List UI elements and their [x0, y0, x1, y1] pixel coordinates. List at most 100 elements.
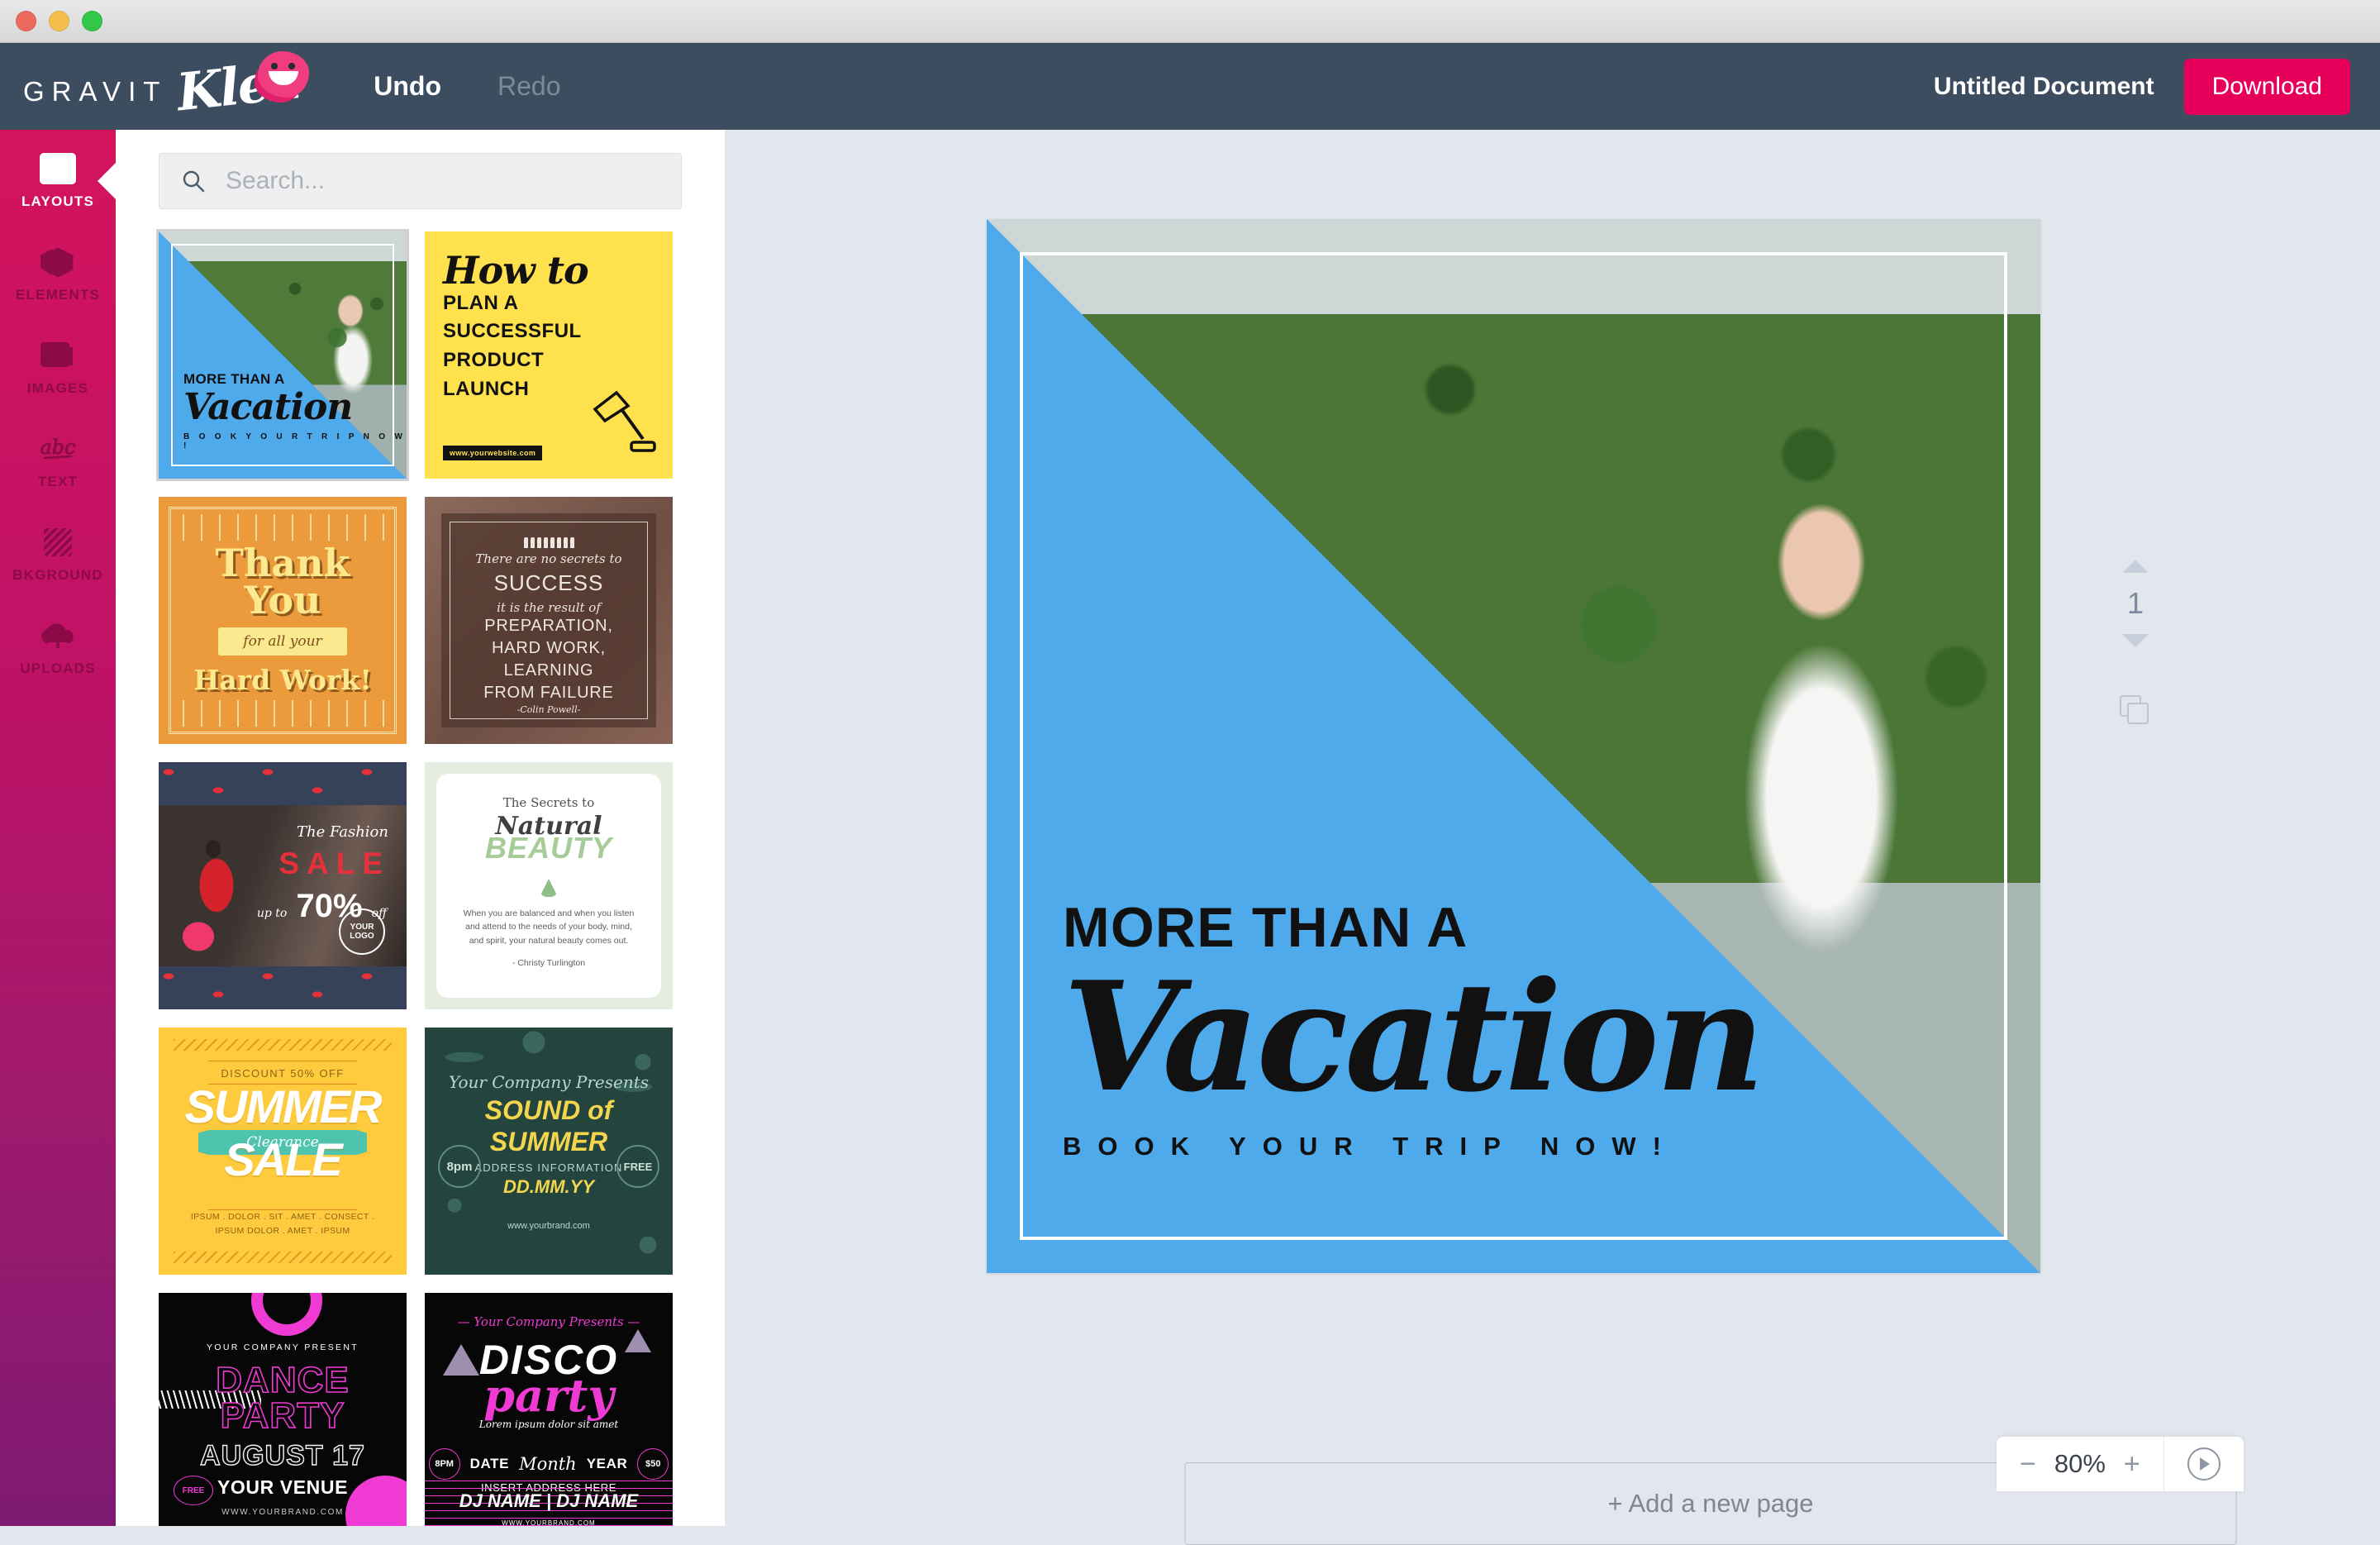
sidebar-item-label: IMAGES [26, 379, 89, 396]
sidebar-item-label: LAYOUTS [21, 193, 95, 209]
template-caption: MORE THAN A Vacation B O O K Y O U R T R… [183, 371, 407, 451]
hatch-icon [40, 527, 76, 560]
template-line-1: The Secrets to [502, 795, 595, 810]
leaf-icon [540, 879, 558, 897]
template-line-6: LEARNING [503, 661, 594, 680]
zoom-in-button[interactable]: + [2124, 1450, 2140, 1478]
template-line-1: SUMMER [184, 1080, 383, 1133]
template-line-4: PREPARATION, [484, 617, 613, 635]
sidebar-item-uploads[interactable]: UPLOADS [0, 612, 116, 684]
template-caption: There are no secrets to SUCCESS it is th… [450, 522, 648, 719]
zoom-window-button[interactable] [82, 11, 102, 31]
text-abc-icon: abc [40, 433, 76, 466]
template-line-2: SALE [278, 846, 390, 880]
sidebar-item-layouts[interactable]: LAYOUTS [0, 145, 116, 217]
template-card-thank-you[interactable]: Thank You for all your Hard Work! [159, 497, 407, 744]
template-web: www.yourbrand.com [507, 1220, 590, 1231]
close-window-button[interactable] [16, 11, 36, 31]
template-card-natural-beauty[interactable]: The Secrets to Natural BEAUTY When you a… [425, 762, 673, 1009]
template-card-dance-party[interactable]: YOUR COMPANY PRESENT DANCE PARTY AUGUST … [159, 1293, 407, 1526]
canvas-footer[interactable]: BOOK YOUR TRIP NOW! [1063, 1132, 1762, 1161]
template-card-how-to[interactable]: How to PLAN A SUCCESSFUL PRODUCT LAUNCH … [425, 231, 673, 479]
present-controls [2164, 1447, 2244, 1481]
search-icon [183, 170, 205, 193]
template-author: - Christy Turlington [512, 957, 586, 968]
template-line-2: SALE [224, 1133, 342, 1185]
cloud-upload-icon [40, 620, 76, 653]
time-badge: 8pm [438, 1145, 481, 1188]
template-date: DATE [469, 1456, 510, 1471]
time-badge: 8PM [428, 1448, 460, 1480]
template-discount-pre: up to [256, 907, 288, 920]
page-number: 1 [2126, 586, 2144, 620]
traffic-lights [16, 11, 102, 31]
template-address: ADDRESS INFORMATION [474, 1161, 623, 1174]
download-button[interactable]: Download [2183, 58, 2350, 115]
template-date-row: 8PM DATE Month YEAR $50 [425, 1448, 673, 1480]
template-line-2: SUCCESS [493, 570, 604, 595]
ring-decoration [251, 1293, 322, 1336]
active-tab-pointer [98, 163, 116, 199]
template-line-1: PLAN A [443, 291, 519, 314]
duplicate-page-icon[interactable] [2120, 695, 2151, 727]
canvas-headline[interactable]: Vacation [1063, 958, 1765, 1115]
sidebar-item-label: BKGROUND [12, 566, 103, 583]
template-card-fashion-sale[interactable]: The Fashion SALE up to 70% off YOUR LOGO [159, 762, 407, 1009]
template-url: www.yourwebsite.com [443, 446, 543, 460]
template-line-3: PRODUCT [443, 349, 545, 372]
template-line-1: The Fashion [297, 823, 388, 841]
canvas-eyebrow[interactable]: MORE THAN A [1063, 899, 1762, 956]
template-presents: — Your Company Presents — [457, 1314, 640, 1329]
zoom-out-button[interactable]: − [2020, 1450, 2036, 1478]
template-line-3: Hard Work! [193, 664, 372, 697]
sidebar-item-label: TEXT [37, 473, 79, 489]
page-down-icon[interactable] [2122, 634, 2149, 647]
header-right-group: Untitled Document Download [1934, 58, 2350, 115]
search-area [116, 130, 725, 209]
sidebar-item-bkground[interactable]: BKGROUND [0, 518, 116, 591]
template-caption: Thank You for all your Hard Work! [159, 497, 407, 744]
app-header: GRAVIT Klex Undo Redo Untitled Document … [0, 43, 2380, 130]
zoom-level-value[interactable]: 80% [2054, 1449, 2106, 1479]
undo-button[interactable]: Undo [374, 71, 441, 102]
shoe-pattern-band-top [159, 762, 407, 805]
canvas-caption: MORE THAN A Vacation BOOK YOUR TRIP NOW! [1063, 899, 1765, 1161]
template-line-3: BEAUTY [484, 831, 612, 865]
sidebar-item-text[interactable]: abc TEXT [0, 425, 116, 498]
sidebar-item-label: ELEMENTS [15, 286, 101, 303]
page-up-icon[interactable] [2122, 560, 2149, 573]
template-line-1: SOUND of [484, 1094, 613, 1125]
redo-button[interactable]: Redo [497, 71, 561, 102]
brand-name-primary: GRAVIT [23, 76, 168, 107]
search-box[interactable] [159, 153, 682, 209]
template-card-sound-of-summer[interactable]: Your Company Presents SOUND of SUMMER AD… [425, 1028, 673, 1275]
template-month: Month [519, 1454, 577, 1474]
zigzag-bottom [174, 1252, 392, 1263]
template-date: DD.MM.YY [503, 1175, 594, 1197]
minimize-window-button[interactable] [49, 11, 69, 31]
zoom-controls: − 80% + [1997, 1449, 2163, 1479]
play-icon[interactable] [2187, 1447, 2221, 1481]
template-body: When you are balanced and when you liste… [463, 908, 635, 946]
sidebar-item-label: UPLOADS [20, 660, 96, 676]
template-card-disco-party[interactable]: — Your Company Presents — DISCO party Lo… [425, 1293, 673, 1526]
template-card-vacation[interactable]: MORE THAN A Vacation B O O K Y O U R T R… [156, 229, 409, 481]
canvas-workspace[interactable]: MORE THAN A Vacation BOOK YOUR TRIP NOW!… [725, 130, 2380, 1545]
price-badge: FREE [616, 1145, 659, 1188]
klex-mascot-icon [258, 50, 310, 98]
template-footer: IPSUM . DOLOR . SIT . AMET . CONSECT . I… [190, 1212, 375, 1237]
template-script: How to [443, 248, 589, 293]
template-web: WWW.YOURBRAND.COM [502, 1519, 596, 1526]
design-canvas[interactable]: MORE THAN A Vacation BOOK YOUR TRIP NOW! [987, 219, 2040, 1273]
template-card-success-quote[interactable]: There are no secrets to SUCCESS it is th… [425, 497, 673, 744]
sidebar-item-images[interactable]: IMAGES [0, 331, 116, 404]
sidebar-item-elements[interactable]: ELEMENTS [0, 238, 116, 311]
window-titlebar [0, 0, 2380, 43]
template-browser-panel: MORE THAN A Vacation B O O K Y O U R T R… [116, 130, 725, 1526]
template-line-1: There are no secrets to [475, 551, 622, 566]
search-input[interactable] [226, 167, 659, 195]
template-ribbon: for all your [218, 627, 347, 656]
zoom-toolbar: − 80% + [1997, 1437, 2244, 1491]
template-card-summer-sale[interactable]: DISCOUNT 50% OFF SUMMER Clearance SALE I… [159, 1028, 407, 1275]
document-title[interactable]: Untitled Document [1934, 73, 2154, 101]
